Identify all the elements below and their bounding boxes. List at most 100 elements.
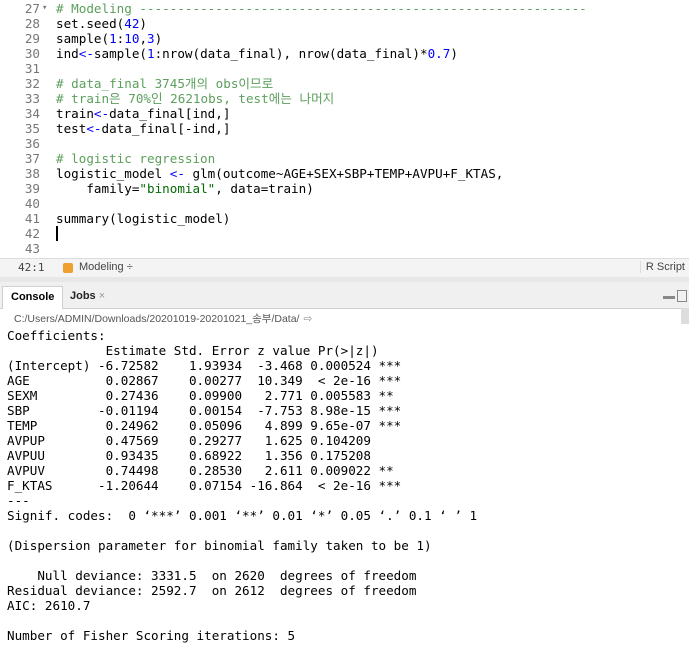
line-number: 39: [24, 181, 40, 196]
code-token: <-: [93, 106, 110, 121]
editor-line[interactable]: 33 # train은 70%인 2621obs, test에는 나머지: [0, 91, 689, 106]
editor-status-bar: 42:1 Modeling ÷ R Script: [0, 258, 689, 278]
editor-line[interactable]: 27 ▾ # Modeling --------------------------…: [0, 1, 689, 16]
editor-line[interactable]: 28 set.seed(42): [0, 16, 689, 31]
text-cursor: [56, 226, 58, 241]
console-output[interactable]: Coefficients: Estimate Std. Error z valu…: [0, 326, 689, 649]
go-to-directory-icon[interactable]: ⇨: [303, 313, 312, 325]
code-text: summary(logistic_model): [56, 211, 230, 226]
console-line: (Intercept) -6.72582 1.93934 -3.468 0.00…: [7, 358, 402, 373]
minimize-icon[interactable]: [663, 296, 675, 299]
console-line: Number of Fisher Scoring iterations: 5: [7, 628, 296, 643]
code-text: logistic_model <- glm(outcome~AGE+SEX+SB…: [56, 166, 503, 181]
code-text: train<-data_final[ind,]: [56, 106, 230, 121]
code-token: sample(: [93, 46, 147, 61]
code-token: test: [56, 121, 87, 136]
editor-line[interactable]: 41 summary(logistic_model): [0, 211, 689, 226]
console-line: AGE 0.02867 0.00277 10.349 < 2e-16 ***: [7, 373, 402, 388]
code-token: <-: [169, 166, 185, 181]
tab-console[interactable]: Console: [2, 286, 64, 309]
console-line: AVPUU 0.93435 0.68922 1.356 0.175208: [7, 448, 402, 463]
editor-line[interactable]: 40: [0, 196, 689, 211]
console-line: ---: [7, 493, 30, 508]
code-token: ,: [139, 31, 148, 46]
editor-line[interactable]: 36: [0, 136, 689, 151]
editor-line[interactable]: 34 train<-data_final[ind,]: [0, 106, 689, 121]
tab-console-label: Console: [11, 291, 55, 303]
line-number: 28: [24, 16, 40, 31]
line-number: 33: [24, 91, 40, 106]
code-token: ): [154, 31, 163, 46]
line-number: 29: [24, 31, 40, 46]
console-line: Signif. codes: 0 ‘***’ 0.001 ‘**’ 0.01 ‘…: [7, 508, 478, 523]
code-token: data_final[-ind,]: [101, 121, 231, 136]
line-number: 43: [24, 241, 40, 256]
script-editor[interactable]: 27 ▾ # Modeling --------------------------…: [0, 0, 689, 258]
close-icon[interactable]: ×: [99, 290, 105, 302]
code-token: train: [56, 106, 94, 121]
console-scrollbar[interactable]: [681, 308, 689, 324]
editor-line[interactable]: 43: [0, 241, 689, 256]
console-line: Estimate Std. Error z value Pr(>|z|): [7, 343, 409, 358]
console-line: AIC: 2610.7: [7, 598, 91, 613]
code-text: # Modeling -----------------------------…: [56, 1, 587, 16]
code-token: # data_final 3745개의 obs이므로: [56, 76, 274, 91]
code-token: <-: [78, 46, 94, 61]
file-type-selector[interactable]: R Script: [639, 261, 685, 273]
console-line: SBP -0.01194 0.00154 -7.753 8.98e-15 ***: [7, 403, 402, 418]
console-line: Coefficients:: [7, 328, 106, 343]
maximize-icon[interactable]: [677, 290, 687, 302]
line-number: 27: [24, 1, 40, 16]
editor-line[interactable]: 30 ind<-sample(1:nrow(data_final), nrow(d…: [0, 46, 689, 61]
code-token: 3: [147, 31, 155, 46]
line-number: 31: [24, 61, 40, 76]
editor-line[interactable]: 31: [0, 61, 689, 76]
section-selector[interactable]: Modeling ÷: [79, 261, 133, 273]
code-token: 10: [124, 31, 140, 46]
code-token: , data=train): [215, 181, 314, 196]
line-number: 35: [24, 121, 40, 136]
editor-line[interactable]: 38 logistic_model <- glm(outcome~AGE+SEX+…: [0, 166, 689, 181]
line-number: 38: [24, 166, 40, 181]
console-line: SEXM 0.27436 0.09900 2.771 0.005583 **: [7, 388, 402, 403]
editor-line[interactable]: 37 # logistic regression: [0, 151, 689, 166]
editor-line[interactable]: 32 # data_final 3745개의 obs이므로: [0, 76, 689, 91]
working-directory-path: C:/Users/ADMIN/Downloads/20201019-202010…: [14, 311, 312, 326]
code-token: set.seed(: [56, 16, 125, 31]
code-token: :nrow(data_final), nrow(data_final)*: [154, 46, 428, 61]
line-number: 32: [24, 76, 40, 91]
code-token: 42: [124, 16, 140, 31]
pane-window-controls: [663, 290, 687, 302]
tab-jobs[interactable]: Jobs ×: [62, 286, 113, 308]
code-text: set.seed(42): [56, 16, 147, 31]
console-line: Residual deviance: 2592.7 on 2612 degree…: [7, 583, 417, 598]
code-text: sample(1:10,3): [56, 31, 162, 46]
code-token: logistic_model: [56, 166, 170, 181]
code-text: ind<-sample(1:nrow(data_final), nrow(dat…: [56, 46, 458, 61]
code-token: # train은 70%인 2621obs, test에는 나머지: [56, 91, 335, 106]
line-number: 30: [24, 46, 40, 61]
code-token: glm(outcome~AGE+SEX+SBP+TEMP+AVPU+F_KTAS…: [184, 166, 504, 181]
line-number: 42: [24, 226, 40, 241]
fold-toggle-icon[interactable]: ▾: [42, 1, 47, 16]
code-token: <-: [86, 121, 102, 136]
editor-line[interactable]: 29 sample(1:10,3): [0, 31, 689, 46]
code-token: data_final[ind,]: [109, 106, 231, 121]
code-text: test<-data_final[-ind,]: [56, 121, 230, 136]
console-line: AVPUV 0.74498 0.28530 2.611 0.009022 **: [7, 463, 402, 478]
editor-line[interactable]: 42: [0, 226, 689, 241]
code-token: # Modeling -----------------------------…: [56, 1, 587, 16]
line-number: 34: [24, 106, 40, 121]
code-token: family=: [56, 181, 140, 196]
code-token: summary(logistic_model): [56, 211, 231, 226]
working-directory-text: C:/Users/ADMIN/Downloads/20201019-202010…: [14, 313, 300, 325]
console-line: Null deviance: 3331.5 on 2620 degrees of…: [7, 568, 417, 583]
code-token: 1: [147, 46, 155, 61]
line-number: 41: [24, 211, 40, 226]
editor-line[interactable]: 39 family="binomial", data=train): [0, 181, 689, 196]
section-icon: [63, 263, 73, 273]
line-number: 37: [24, 151, 40, 166]
code-token: 1: [109, 31, 117, 46]
console-line: AVPUP 0.47569 0.29277 1.625 0.104209: [7, 433, 402, 448]
editor-line[interactable]: 35 test<-data_final[-ind,]: [0, 121, 689, 136]
